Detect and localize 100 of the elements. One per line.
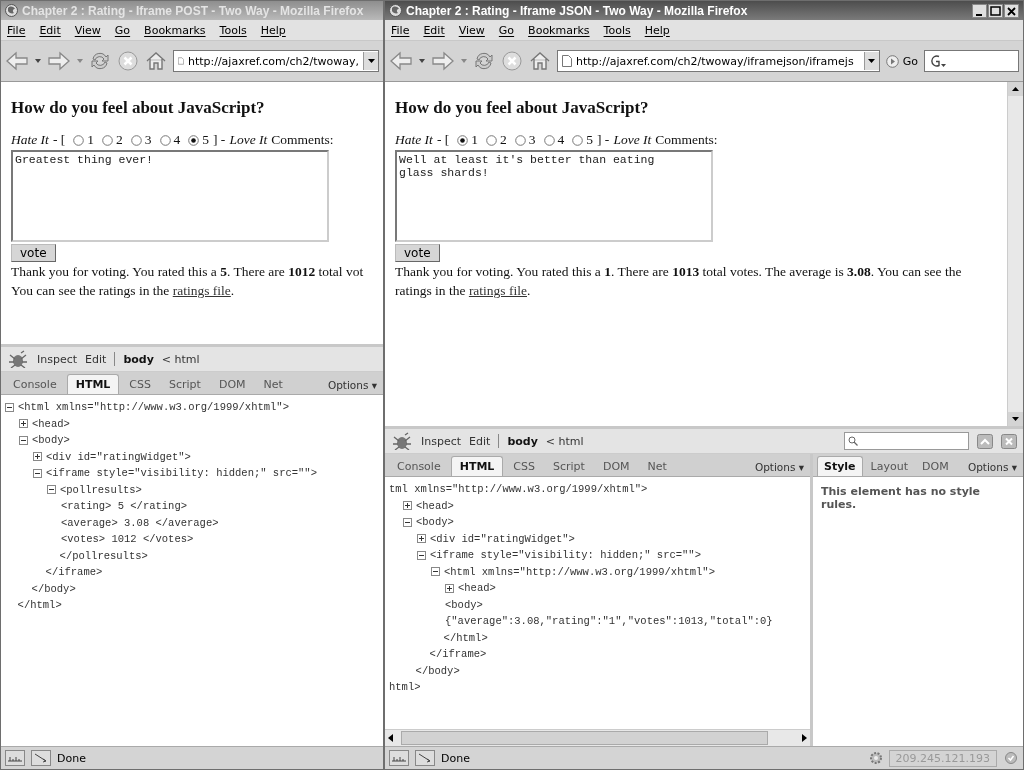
collapse-toggle-icon[interactable]: [417, 550, 426, 560]
vote-button[interactable]: vote: [11, 244, 56, 262]
panel-tab[interactable]: HTML: [66, 374, 120, 394]
expand-toggle-icon[interactable]: [19, 419, 28, 429]
breadcrumb-item[interactable]: body: [123, 352, 154, 366]
radio-button[interactable]: [73, 134, 85, 146]
breadcrumb-item[interactable]: body: [507, 434, 538, 448]
inspect-button[interactable]: Inspect: [37, 352, 78, 366]
menu-item[interactable]: Edit: [423, 23, 445, 37]
comment-box[interactable]: Greatest thing ever!: [11, 150, 329, 242]
panel-tab[interactable]: Script: [161, 375, 209, 394]
panel-tab[interactable]: Style: [817, 456, 863, 476]
stop-icon[interactable]: [501, 50, 523, 72]
collapse-up-icon[interactable]: [977, 433, 993, 449]
menu-item[interactable]: Bookmarks: [144, 23, 206, 37]
menu-item[interactable]: View: [458, 23, 485, 37]
panel-tab[interactable]: DOM: [210, 375, 254, 394]
radio-button[interactable]: [457, 134, 469, 146]
panel-tab[interactable]: Console: [5, 375, 65, 394]
expand-toggle-icon[interactable]: [445, 583, 454, 593]
reload-icon[interactable]: [89, 50, 111, 72]
menu-item[interactable]: File: [7, 23, 26, 37]
stop-icon[interactable]: [117, 50, 139, 72]
dropdown-caret-icon[interactable]: [419, 59, 425, 63]
radio-button[interactable]: [159, 134, 171, 146]
home-icon[interactable]: [145, 50, 167, 72]
panel-tab[interactable]: CSS: [121, 375, 159, 394]
minimize-icon[interactable]: [972, 3, 987, 18]
comment-box[interactable]: Well at least it's better than eating glass shards!: [395, 150, 713, 242]
menu-item[interactable]: File: [391, 23, 410, 37]
radio-button[interactable]: [486, 134, 497, 146]
radio-button[interactable]: [188, 134, 200, 146]
menu-item[interactable]: Bookmarks: [528, 23, 590, 37]
breadcrumb-item[interactable]: < html: [545, 434, 584, 448]
menu-item[interactable]: Help: [260, 23, 286, 37]
ruler-icon[interactable]: [389, 750, 409, 766]
menu-item[interactable]: View: [74, 23, 101, 37]
collapse-toggle-icon[interactable]: [33, 468, 42, 478]
radio-button[interactable]: [102, 134, 113, 146]
maximize-icon[interactable]: [988, 3, 1003, 18]
menu-item[interactable]: Tools: [603, 23, 631, 37]
forward-arrow-icon[interactable]: [47, 50, 71, 72]
radio-button[interactable]: [572, 134, 584, 146]
menu-item[interactable]: Go: [498, 23, 515, 37]
home-icon[interactable]: [529, 50, 551, 72]
bug-icon[interactable]: [7, 350, 29, 368]
collapse-toggle-icon[interactable]: [5, 402, 14, 412]
bug-icon[interactable]: [391, 432, 413, 450]
panel-tab[interactable]: Net: [255, 375, 291, 394]
gear-icon[interactable]: [868, 751, 883, 765]
back-arrow-icon[interactable]: [389, 50, 413, 72]
reload-icon[interactable]: [473, 50, 495, 72]
radio-button[interactable]: [543, 134, 555, 146]
panel-tab[interactable]: DOM: [916, 457, 955, 476]
panel-tab[interactable]: Console: [389, 457, 449, 476]
radio-button[interactable]: [514, 134, 526, 146]
options-menu[interactable]: Options ▾: [325, 376, 379, 394]
vote-button[interactable]: vote: [395, 244, 440, 262]
address-dropdown-button[interactable]: [863, 52, 879, 70]
markup-line: <html xmlns="http://www.w3.org/1999/xhtml">: [18, 401, 289, 414]
dropdown-caret-icon[interactable]: [35, 59, 41, 63]
edit-button[interactable]: Edit: [85, 352, 107, 366]
inspect-button[interactable]: Inspect: [421, 434, 462, 448]
panel-tab[interactable]: Net: [639, 457, 675, 476]
go-button[interactable]: Go: [885, 54, 918, 68]
expand-toggle-icon[interactable]: [417, 534, 426, 544]
edit-button[interactable]: Edit: [469, 434, 491, 448]
check-circle-icon[interactable]: [1003, 751, 1019, 765]
panel-tab[interactable]: HTML: [450, 456, 504, 476]
menu-item[interactable]: Edit: [39, 23, 61, 37]
panel-tab[interactable]: DOM: [594, 457, 638, 476]
radio-button[interactable]: [130, 134, 142, 146]
collapse-toggle-icon[interactable]: [403, 517, 412, 527]
firebug-search-field[interactable]: [844, 432, 969, 450]
address-dropdown-button[interactable]: [363, 52, 378, 70]
address-bar[interactable]: http://ajaxref.com/ch2/twoway/iframejson/iframejs: [557, 50, 880, 72]
search-field[interactable]: [924, 50, 1019, 72]
menu-item[interactable]: Help: [644, 23, 670, 37]
panel-tab[interactable]: CSS: [505, 457, 543, 476]
close-icon[interactable]: [1004, 3, 1019, 18]
options-menu[interactable]: Options ▾: [752, 458, 806, 476]
expand-toggle-icon[interactable]: [33, 452, 42, 462]
collapse-toggle-icon[interactable]: [19, 435, 28, 445]
breadcrumb-item[interactable]: < html: [161, 352, 200, 366]
back-arrow-icon[interactable]: [5, 50, 29, 72]
collapse-toggle-icon[interactable]: [431, 567, 440, 577]
ratings-file-link[interactable]: ratings file: [468, 283, 527, 298]
forward-arrow-icon[interactable]: [431, 50, 455, 72]
expand-toggle-icon[interactable]: [403, 501, 412, 511]
address-bar[interactable]: http://ajaxref.com/ch2/twoway,: [173, 50, 379, 72]
panel-tab[interactable]: Script: [545, 457, 593, 476]
collapse-toggle-icon[interactable]: [47, 485, 56, 495]
horizontal-scrollbar[interactable]: [385, 729, 810, 746]
ratings-file-link[interactable]: ratings file: [172, 283, 231, 298]
ruler-icon[interactable]: [5, 750, 25, 766]
menu-item[interactable]: Tools: [219, 23, 247, 37]
options-menu[interactable]: Options ▾: [965, 458, 1019, 476]
menu-item[interactable]: Go: [114, 23, 131, 37]
vertical-scrollbar[interactable]: [1007, 82, 1023, 426]
panel-tab[interactable]: Layout: [864, 457, 914, 476]
